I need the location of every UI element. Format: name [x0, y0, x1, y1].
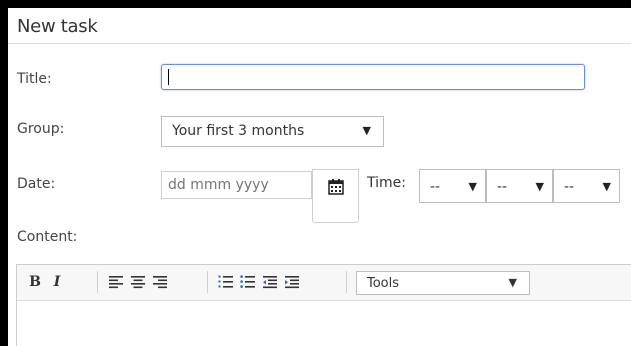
align-left-icon — [109, 276, 123, 289]
time-minute-value: -- — [497, 179, 508, 195]
chevron-down-icon: ▼ — [602, 180, 611, 193]
title-input[interactable] — [161, 64, 585, 90]
group-label: Group: — [17, 121, 65, 137]
calendar-icon — [328, 179, 344, 195]
tools-select[interactable]: Tools ▼ — [356, 271, 530, 295]
bold-button[interactable]: B — [27, 273, 43, 291]
group-select-value: Your first 3 months — [172, 123, 305, 139]
toolbar-separator — [207, 271, 208, 293]
time-minute-select[interactable]: -- ▼ — [486, 169, 553, 203]
text-caret — [168, 69, 169, 85]
chevron-down-icon: ▼ — [362, 124, 371, 137]
align-right-icon — [153, 276, 167, 289]
editor-content-area[interactable] — [17, 301, 631, 346]
bullet-list-button[interactable] — [239, 273, 257, 291]
italic-button[interactable]: I — [49, 273, 65, 291]
group-select[interactable]: Your first 3 months ▼ — [161, 116, 384, 147]
align-center-icon — [131, 276, 145, 289]
date-input[interactable] — [161, 171, 312, 199]
calendar-button[interactable] — [312, 169, 359, 223]
chevron-down-icon: ▼ — [508, 276, 517, 289]
tools-select-value: Tools — [367, 276, 400, 291]
time-hour-value: -- — [430, 179, 441, 195]
content-label: Content: — [17, 229, 78, 245]
align-center-button[interactable] — [129, 273, 147, 291]
time-label: Time: — [367, 175, 406, 191]
toolbar-separator — [97, 271, 98, 293]
page-title: New task — [17, 16, 98, 37]
numbered-list-icon — [218, 275, 233, 288]
bullet-list-icon — [240, 275, 255, 288]
toolbar-separator — [346, 271, 347, 293]
time-ampm-select[interactable]: -- ▼ — [553, 169, 620, 203]
align-right-button[interactable] — [151, 273, 169, 291]
date-label: Date: — [17, 176, 56, 192]
align-left-button[interactable] — [107, 273, 125, 291]
chevron-down-icon: ▼ — [468, 180, 477, 193]
outdent-button[interactable] — [261, 273, 279, 291]
indent-button[interactable] — [283, 273, 301, 291]
panel-header: New task — [8, 8, 631, 44]
indent-icon — [285, 276, 299, 289]
title-label: Title: — [17, 71, 52, 87]
new-task-panel: New task Title: Group: Your first 3 mont… — [8, 8, 631, 346]
rich-text-editor[interactable]: B I Tools ▼ — [16, 264, 631, 346]
chevron-down-icon: ▼ — [535, 180, 544, 193]
time-ampm-value: -- — [564, 179, 575, 195]
time-hour-select[interactable]: -- ▼ — [419, 169, 486, 203]
editor-toolbar: B I Tools ▼ — [17, 265, 631, 301]
numbered-list-button[interactable] — [217, 273, 235, 291]
outdent-icon — [263, 276, 277, 289]
